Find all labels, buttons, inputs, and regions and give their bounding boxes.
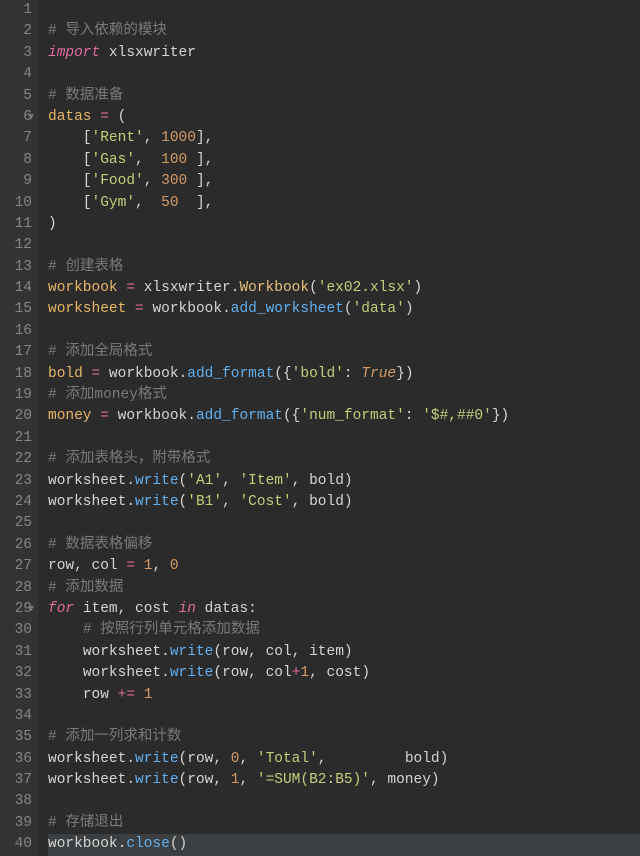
code-line[interactable]: ['Rent', 1000], [48, 128, 640, 149]
line-number: 38 [0, 791, 32, 812]
line-number: 32 [0, 663, 32, 684]
code-line[interactable]: # 数据表格偏移 [48, 535, 640, 556]
line-number: 2 [0, 21, 32, 42]
code-line[interactable]: datas = ( [48, 107, 640, 128]
line-number: 39 [0, 813, 32, 834]
line-number: 40 [0, 834, 32, 855]
code-area[interactable]: # 导入依赖的模块import xlsxwriter # 数据准备datas = … [38, 0, 640, 856]
code-line[interactable]: ['Gas', 100 ], [48, 150, 640, 171]
code-line[interactable]: # 导入依赖的模块 [48, 21, 640, 42]
line-number: 22 [0, 449, 32, 470]
code-line[interactable]: row += 1 [48, 685, 640, 706]
code-line[interactable] [48, 791, 640, 812]
line-number: 17 [0, 342, 32, 363]
code-line[interactable] [48, 513, 640, 534]
code-line[interactable]: worksheet.write('A1', 'Item', bold) [48, 471, 640, 492]
line-number: 16 [0, 321, 32, 342]
line-number: 31 [0, 642, 32, 663]
code-line[interactable] [48, 0, 640, 21]
line-number: 9 [0, 171, 32, 192]
line-number: 37 [0, 770, 32, 791]
line-number: 14 [0, 278, 32, 299]
line-number: 21 [0, 428, 32, 449]
code-line[interactable]: workbook = xlsxwriter.Workbook('ex02.xls… [48, 278, 640, 299]
code-line[interactable] [48, 428, 640, 449]
code-line[interactable]: # 数据准备 [48, 86, 640, 107]
code-line[interactable]: worksheet = workbook.add_worksheet('data… [48, 299, 640, 320]
line-number: 24 [0, 492, 32, 513]
line-number: 8 [0, 150, 32, 171]
code-line[interactable]: worksheet.write(row, 0, 'Total', bold) [48, 749, 640, 770]
line-number: 25 [0, 513, 32, 534]
code-line[interactable]: ) [48, 214, 640, 235]
code-editor: 123456▼789101112131415161718192021222324… [0, 0, 640, 856]
line-number: 23 [0, 471, 32, 492]
code-line[interactable]: # 创建表格 [48, 257, 640, 278]
code-line[interactable]: worksheet.write(row, 1, '=SUM(B2:B5)', m… [48, 770, 640, 791]
line-number: 5 [0, 86, 32, 107]
line-number: 29▼ [0, 599, 32, 620]
line-number: 1 [0, 0, 32, 21]
code-line[interactable]: # 添加money格式 [48, 385, 640, 406]
line-number: 7 [0, 128, 32, 149]
code-line[interactable]: worksheet.write(row, col, item) [48, 642, 640, 663]
code-line[interactable]: # 添加全局格式 [48, 342, 640, 363]
fold-toggle-icon[interactable]: ▼ [28, 599, 34, 620]
line-number: 27 [0, 556, 32, 577]
line-number: 19 [0, 385, 32, 406]
line-number: 13 [0, 257, 32, 278]
code-line[interactable]: ['Food', 300 ], [48, 171, 640, 192]
code-line[interactable]: # 按照行列单元格添加数据 [48, 620, 640, 641]
line-number: 11 [0, 214, 32, 235]
line-number-gutter: 123456▼789101112131415161718192021222324… [0, 0, 38, 856]
code-line[interactable]: worksheet.write('B1', 'Cost', bold) [48, 492, 640, 513]
code-line[interactable]: money = workbook.add_format({'num_format… [48, 406, 640, 427]
code-line[interactable]: bold = workbook.add_format({'bold': True… [48, 364, 640, 385]
line-number: 4 [0, 64, 32, 85]
code-line[interactable]: # 添加一列求和计数 [48, 727, 640, 748]
code-line[interactable] [48, 235, 640, 256]
line-number: 28 [0, 578, 32, 599]
line-number: 20 [0, 406, 32, 427]
line-number: 3 [0, 43, 32, 64]
code-line[interactable]: workbook.close() [48, 834, 640, 855]
line-number: 36 [0, 749, 32, 770]
code-line[interactable]: ['Gym', 50 ], [48, 193, 640, 214]
code-line[interactable]: # 添加数据 [48, 578, 640, 599]
line-number: 12 [0, 235, 32, 256]
line-number: 18 [0, 364, 32, 385]
code-line[interactable]: for item, cost in datas: [48, 599, 640, 620]
code-line[interactable]: # 添加表格头，附带格式 [48, 449, 640, 470]
line-number: 26 [0, 535, 32, 556]
line-number: 10 [0, 193, 32, 214]
code-line[interactable] [48, 321, 640, 342]
line-number: 34 [0, 706, 32, 727]
code-line[interactable] [48, 706, 640, 727]
code-line[interactable]: worksheet.write(row, col+1, cost) [48, 663, 640, 684]
line-number: 6▼ [0, 107, 32, 128]
code-line[interactable] [48, 64, 640, 85]
code-line[interactable]: # 存储退出 [48, 813, 640, 834]
line-number: 30 [0, 620, 32, 641]
line-number: 15 [0, 299, 32, 320]
line-number: 33 [0, 685, 32, 706]
fold-toggle-icon[interactable]: ▼ [28, 107, 34, 128]
code-line[interactable]: row, col = 1, 0 [48, 556, 640, 577]
code-line[interactable]: import xlsxwriter [48, 43, 640, 64]
line-number: 35 [0, 727, 32, 748]
